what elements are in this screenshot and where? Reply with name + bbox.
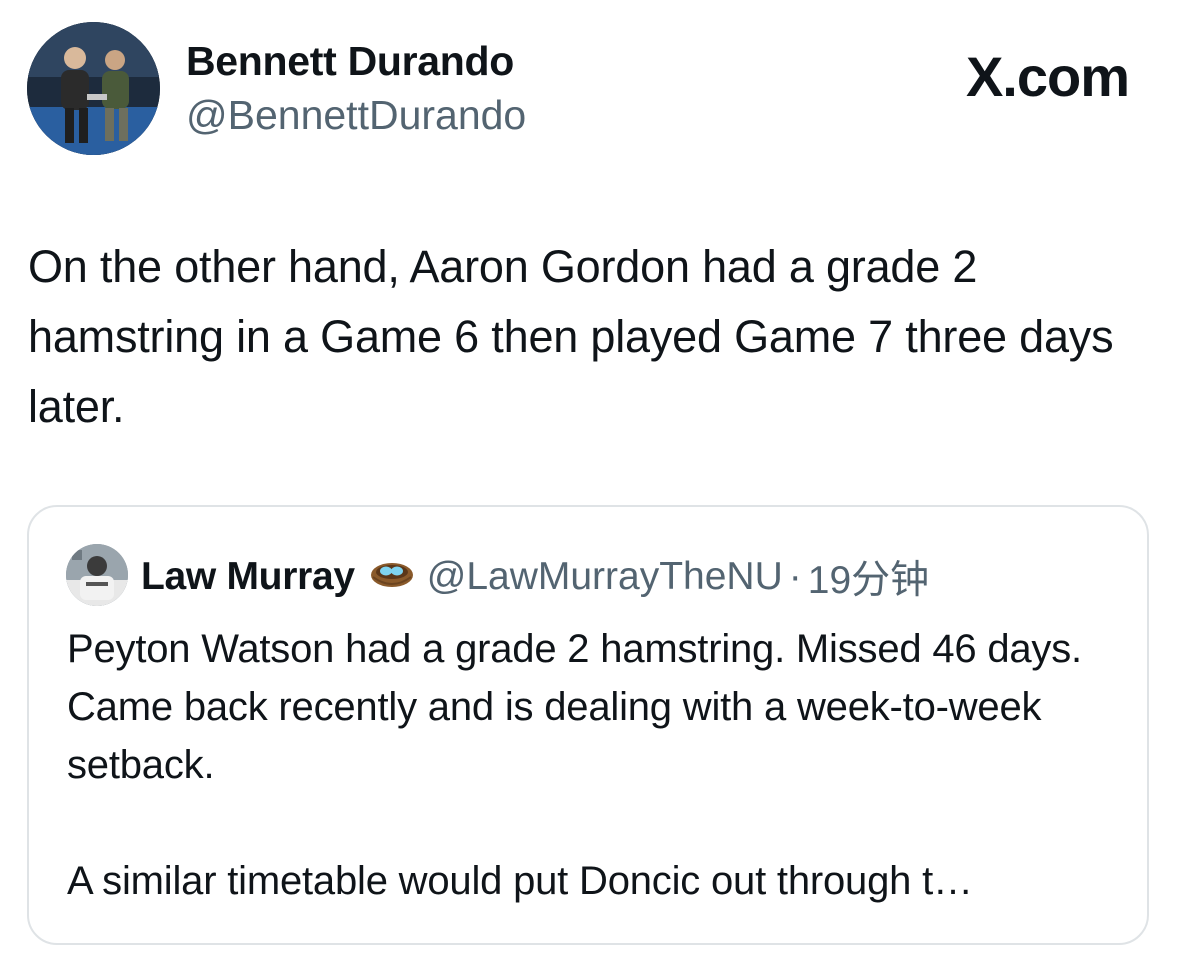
- quoted-author-avatar[interactable]: [66, 544, 128, 606]
- author-display-name[interactable]: Bennett Durando: [186, 38, 514, 85]
- nest-icon: [369, 561, 415, 594]
- quoted-paragraph-2: A similar timetable would put Doncic out…: [67, 859, 973, 903]
- quoted-tweet-card[interactable]: Law Murray @LawMurrayTheNU · 19分钟 Peyton…: [27, 505, 1149, 945]
- quoted-handle[interactable]: @LawMurrayTheNU: [427, 555, 783, 599]
- author-handle[interactable]: @BennettDurando: [186, 92, 526, 139]
- brand-logo: X.com: [965, 45, 1130, 108]
- quoted-tweet-text: Peyton Watson had a grade 2 hamstring. M…: [67, 620, 1127, 910]
- quoted-paragraph-1: Peyton Watson had a grade 2 hamstring. M…: [67, 627, 1082, 787]
- separator-dot: ·: [788, 555, 802, 598]
- quoted-tweet-header: Law Murray @LawMurrayTheNU · 19分钟: [141, 549, 929, 605]
- tweet-text: On the other hand, Aaron Gordon had a gr…: [28, 241, 1114, 432]
- quoted-profile-photo-icon: [66, 544, 128, 606]
- quoted-display-name[interactable]: Law Murray: [141, 555, 355, 599]
- author-avatar[interactable]: [27, 22, 160, 155]
- quoted-timestamp[interactable]: 19分钟: [808, 549, 929, 605]
- profile-photo-icon: [27, 22, 160, 155]
